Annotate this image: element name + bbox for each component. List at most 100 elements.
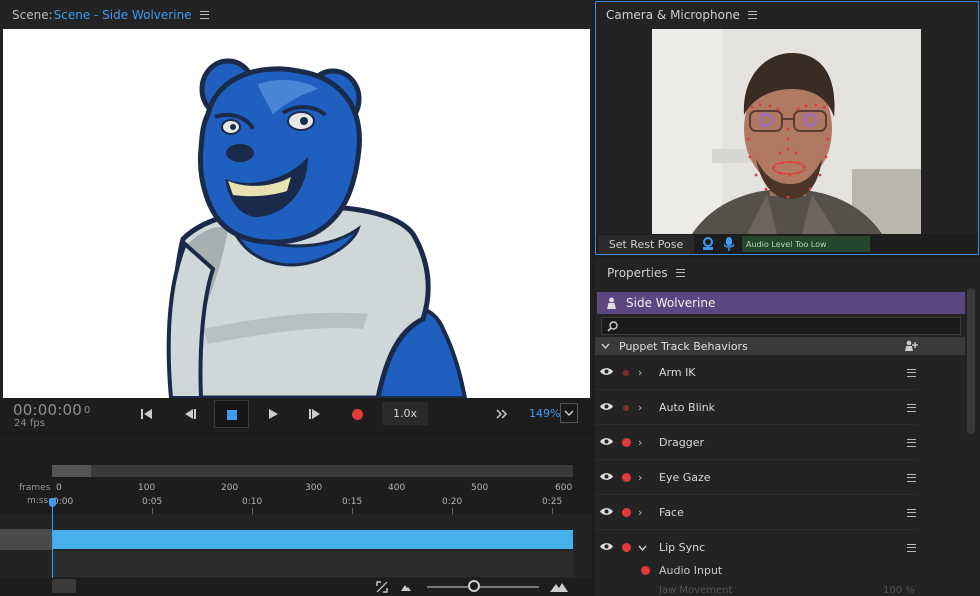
timeline-footer [0, 578, 592, 596]
properties-scrollbar[interactable] [967, 288, 975, 434]
time-tick-label: 0:15 [342, 497, 363, 507]
timeline-zoom-slider-knob[interactable] [468, 580, 480, 592]
jaw-movement-value[interactable]: 100 % [883, 585, 915, 596]
record-arm-toggle[interactable] [623, 370, 629, 376]
behavior-row-dragger[interactable]: › Dragger [595, 426, 917, 460]
timeline-scrollbar[interactable] [52, 465, 573, 477]
chevron-down-icon[interactable] [638, 545, 647, 551]
more-controls-button[interactable] [487, 401, 517, 427]
step-forward-button[interactable] [300, 401, 330, 427]
puppet-track-behaviors-section[interactable]: Puppet Track Behaviors [595, 337, 965, 355]
behavior-row-face[interactable]: › Face [595, 496, 917, 530]
zoom-level[interactable]: 149% [529, 407, 560, 420]
track-take-lane[interactable] [52, 551, 573, 577]
track-header[interactable] [0, 529, 52, 550]
puppet-track-clip[interactable] [52, 530, 573, 549]
eye-icon[interactable] [600, 542, 613, 551]
go-to-start-button[interactable] [132, 401, 162, 427]
step-forward-icon [309, 409, 320, 419]
webcam-image [652, 29, 921, 234]
behavior-search-input[interactable] [601, 317, 961, 335]
fps-label: 24 fps [14, 418, 45, 429]
playhead-line [52, 502, 53, 580]
record-arm-toggle[interactable] [622, 438, 631, 447]
track-options-button[interactable] [52, 579, 76, 593]
behavior-row-arm-ik[interactable]: › Arm IK [595, 356, 917, 390]
fit-timeline-icon[interactable] [376, 581, 388, 593]
properties-panel-menu-icon[interactable] [675, 269, 685, 277]
zoom-dropdown[interactable] [560, 403, 578, 423]
scene-panel-header: Scene: Scene - Side Wolverine [0, 0, 592, 29]
behavior-menu-icon[interactable] [907, 369, 916, 377]
section-label: Puppet Track Behaviors [619, 339, 748, 353]
puppet-icon [607, 297, 616, 309]
selected-puppet-row[interactable]: Side Wolverine [597, 292, 965, 314]
timeline-scroll-thumb[interactable] [52, 465, 91, 477]
frame-tick-label: 300 [305, 483, 323, 493]
time-tick-label: 0:05 [142, 497, 163, 507]
camera-panel-title: Camera & Microphone [606, 8, 740, 22]
timeline-zoom-slider-track[interactable] [427, 586, 539, 588]
expand-chevron-icon[interactable]: › [638, 366, 642, 379]
behavior-name: Auto Blink [659, 401, 716, 414]
record-button[interactable] [352, 409, 363, 420]
frame-counter: 0 [84, 405, 91, 416]
camera-toggle-icon[interactable] [702, 237, 714, 251]
step-back-icon [185, 409, 196, 419]
zoom-in-mountain-icon[interactable] [550, 581, 568, 592]
behavior-name: Arm IK [659, 366, 696, 379]
play-button[interactable] [258, 401, 288, 427]
lip-sync-audio-input-row[interactable]: Audio Input [595, 560, 917, 582]
audio-input-arm-toggle[interactable] [641, 566, 650, 575]
chevron-down-icon [601, 343, 610, 349]
scene-stage[interactable] [3, 29, 590, 398]
set-rest-pose-button[interactable]: Set Rest Pose [598, 235, 694, 254]
wolverine-puppet[interactable] [3, 29, 590, 398]
expand-chevron-icon[interactable]: › [638, 506, 642, 519]
stop-icon [227, 410, 237, 420]
eye-icon[interactable] [600, 472, 613, 481]
stop-button[interactable] [214, 400, 249, 428]
scene-label: Scene: [12, 7, 53, 22]
record-arm-toggle[interactable] [622, 473, 631, 482]
go-to-start-icon [141, 409, 152, 419]
behavior-row-eye-gaze[interactable]: › Eye Gaze [595, 461, 917, 495]
behavior-name: Face [659, 506, 684, 519]
record-arm-toggle[interactable] [622, 543, 631, 552]
audio-input-label: Audio Input [659, 564, 723, 577]
eye-icon[interactable] [600, 402, 613, 411]
eye-icon[interactable] [600, 507, 613, 516]
microphone-icon[interactable] [724, 236, 734, 252]
behavior-menu-icon[interactable] [907, 474, 916, 482]
record-arm-toggle[interactable] [622, 508, 631, 517]
time-tick-label: 0:25 [542, 497, 563, 507]
transport-bar: 00:00:00 0 24 fps 1.0x 149% [0, 398, 592, 433]
scene-name[interactable]: Scene - Side Wolverine [54, 8, 192, 22]
frame-tick-label: 100 [138, 483, 156, 493]
app-root: Scene: Scene - Side Wolverine 00:00:00 0… [0, 0, 980, 596]
eye-icon[interactable] [600, 367, 613, 376]
behavior-menu-icon[interactable] [907, 544, 916, 552]
frame-tick-label: 0 [56, 483, 62, 493]
puppet-name: Side Wolverine [626, 296, 716, 310]
expand-chevron-icon[interactable]: › [638, 471, 642, 484]
camera-panel-header: Camera & Microphone [606, 8, 757, 22]
scene-panel-menu-icon[interactable] [199, 10, 209, 19]
eye-icon[interactable] [600, 437, 613, 446]
playhead-handle[interactable] [49, 498, 56, 507]
expand-chevron-icon[interactable]: › [638, 401, 642, 414]
timecode-display[interactable]: 00:00:00 [13, 401, 82, 419]
behavior-menu-icon[interactable] [907, 439, 916, 447]
time-tick-label: 0:00 [53, 497, 74, 507]
playback-speed[interactable]: 1.0x [382, 402, 428, 425]
frames-ruler-label: frames [19, 483, 51, 493]
camera-panel-menu-icon[interactable] [747, 11, 757, 19]
zoom-out-mountain-icon[interactable] [401, 583, 411, 591]
expand-chevron-icon[interactable]: › [638, 436, 642, 449]
record-arm-toggle[interactable] [623, 405, 629, 411]
behavior-menu-icon[interactable] [907, 404, 916, 412]
behavior-menu-icon[interactable] [907, 509, 916, 517]
behavior-row-auto-blink[interactable]: › Auto Blink [595, 391, 917, 425]
add-behavior-icon[interactable] [905, 340, 918, 352]
step-back-button[interactable] [175, 401, 205, 427]
